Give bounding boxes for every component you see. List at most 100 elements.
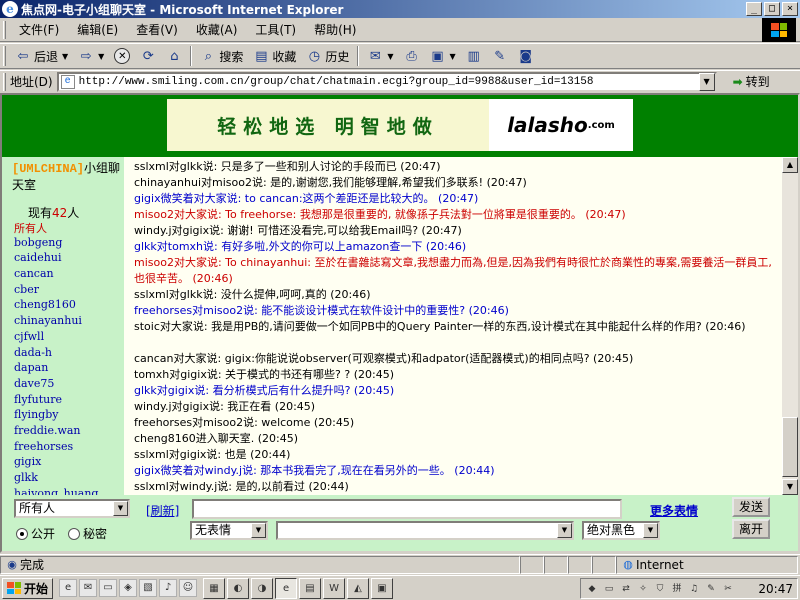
network-tray-icon[interactable]: ⇄	[619, 582, 633, 596]
user-item[interactable]: dada-h	[14, 346, 98, 362]
antivirus-tray-icon[interactable]: ◆	[585, 582, 599, 596]
media-icon[interactable]: ♪	[159, 579, 178, 597]
user-item[interactable]: freddie.wan	[14, 424, 98, 440]
status-empty-cell	[520, 555, 544, 574]
task-button[interactable]: ◐	[227, 577, 250, 599]
user-item[interactable]: dapan	[14, 361, 98, 377]
forward-button[interactable]: ⇨ ▼	[73, 45, 109, 67]
task-button[interactable]: W	[323, 577, 346, 599]
shield-tray-icon[interactable]: ⛉	[653, 582, 667, 596]
tools-tray-icon[interactable]: ✂	[721, 582, 735, 596]
online-number: 42	[52, 206, 68, 220]
action-select[interactable]: ▼	[276, 521, 574, 540]
input-method-tray-icon[interactable]: ✧	[636, 582, 650, 596]
scroll-down-icon[interactable]: ▼	[782, 479, 798, 495]
search-button[interactable]: ⌕ 搜索	[195, 45, 248, 67]
user-item[interactable]: flyingby	[14, 408, 98, 424]
banner-slogan[interactable]: 轻松地选 明智地做	[167, 99, 489, 151]
target-select[interactable]: 所有人 ▼	[14, 499, 130, 518]
address-input[interactable]: e http://www.smiling.com.cn/group/chat/c…	[56, 71, 717, 92]
forward-dropdown-icon[interactable]: ▼	[98, 52, 104, 61]
history-button[interactable]: ◷ 历史	[301, 45, 354, 67]
user-item[interactable]: cheng8160	[14, 298, 98, 314]
qq-icon[interactable]: ☺	[179, 579, 198, 597]
task-button[interactable]: ▤	[299, 577, 322, 599]
menu-favorites[interactable]: 收藏(A)	[187, 21, 247, 38]
menu-help[interactable]: 帮助(H)	[305, 21, 365, 38]
channel-icon[interactable]: ◈	[119, 579, 138, 597]
leave-button[interactable]: 离开	[732, 519, 770, 539]
speaker-tray-icon[interactable]: ♫	[687, 582, 701, 596]
task-button[interactable]: ▣	[371, 577, 394, 599]
more-expressions-link[interactable]: 更多表情	[650, 502, 698, 519]
task-button[interactable]: ▦	[203, 577, 226, 599]
user-item[interactable]: bobgeng	[14, 236, 98, 252]
back-dropdown-icon[interactable]: ▼	[62, 52, 68, 61]
ime-tray-icon[interactable]: 拼	[670, 582, 684, 596]
status-text-cell: ◉ 完成	[0, 555, 520, 574]
address-dropdown-icon[interactable]: ▼	[698, 72, 715, 91]
mail-dropdown-icon[interactable]: ▼	[387, 52, 393, 61]
chevron-down-icon[interactable]: ▼	[113, 501, 128, 516]
user-item[interactable]: glkk	[14, 471, 98, 487]
user-item[interactable]: cjfwll	[14, 330, 98, 346]
refresh-link[interactable]: [刷新]	[146, 504, 179, 518]
menu-edit[interactable]: 编辑(E)	[68, 21, 127, 38]
menu-grip	[3, 20, 6, 39]
scroll-thumb[interactable]	[782, 417, 798, 477]
private-radio[interactable]: 秘密	[68, 525, 107, 542]
task-button-active[interactable]: e	[275, 577, 298, 599]
pen-tray-icon[interactable]: ✎	[704, 582, 718, 596]
close-button[interactable]: ×	[782, 2, 798, 16]
ie-quicklaunch-icon[interactable]: e	[59, 579, 78, 597]
fullscreen-dropdown-icon[interactable]: ▼	[450, 52, 456, 61]
chevron-down-icon[interactable]: ▼	[251, 523, 266, 538]
user-item[interactable]: freehorses	[14, 440, 98, 456]
menu-bar: 文件(F) 编辑(E) 查看(V) 收藏(A) 工具(T) 帮助(H)	[0, 18, 800, 42]
chevron-down-icon[interactable]: ▼	[643, 523, 658, 538]
stop-button[interactable]: ✕	[109, 45, 135, 67]
user-item[interactable]: cancan	[14, 267, 98, 283]
monitor-tray-icon[interactable]: ▭	[602, 582, 616, 596]
color-select[interactable]: 绝对黑色 ▼	[582, 521, 660, 540]
favorites-button[interactable]: ▤ 收藏	[248, 45, 301, 67]
message-input[interactable]	[192, 499, 622, 519]
user-item[interactable]: chinayanhui	[14, 314, 98, 330]
task-button[interactable]: ◭	[347, 577, 370, 599]
page-content: 轻松地选 明智地做 lalasho .com [UMLCHINA]小组聊天室 现有…	[0, 93, 800, 553]
menu-tools[interactable]: 工具(T)	[246, 21, 305, 38]
lalasho-logo[interactable]: lalasho .com	[489, 99, 633, 151]
go-button[interactable]: ➡ 转到	[733, 73, 770, 90]
messenger-button[interactable]: ◙	[513, 45, 539, 67]
expression-select[interactable]: 无表情 ▼	[190, 521, 268, 540]
app-icon[interactable]: ▧	[139, 579, 158, 597]
user-item[interactable]: 所有人	[14, 220, 98, 236]
mail-button[interactable]: ✉ ▼	[362, 45, 398, 67]
user-item[interactable]: cber	[14, 283, 98, 299]
chevron-down-icon[interactable]: ▼	[557, 523, 572, 538]
edit-button[interactable]: ▥	[461, 45, 487, 67]
back-button[interactable]: ⇦ 后退 ▼	[10, 45, 73, 67]
desktop-icon[interactable]: ▭	[99, 579, 118, 597]
minimize-button[interactable]: _	[746, 2, 762, 16]
refresh-button[interactable]: ⟳	[135, 45, 161, 67]
user-item[interactable]: flyfuture	[14, 393, 98, 409]
outlook-icon[interactable]: ✉	[79, 579, 98, 597]
public-radio[interactable]: 公开	[16, 525, 55, 542]
scroll-up-icon[interactable]: ▲	[782, 157, 798, 173]
home-button[interactable]: ⌂	[161, 45, 187, 67]
menu-file[interactable]: 文件(F)	[10, 21, 68, 38]
menu-view[interactable]: 查看(V)	[127, 21, 187, 38]
print-button[interactable]: ⎙	[399, 45, 425, 67]
chat-scrollbar[interactable]: ▲ ▼	[782, 157, 798, 495]
maximize-button[interactable]: □	[764, 2, 780, 16]
user-item[interactable]: caidehui	[14, 251, 98, 267]
fullscreen-button[interactable]: ▣ ▼	[425, 45, 461, 67]
task-button[interactable]: ◑	[251, 577, 274, 599]
user-item[interactable]: dave75	[14, 377, 98, 393]
send-button[interactable]: 发送	[732, 497, 770, 517]
start-button[interactable]: 开始	[2, 577, 54, 599]
user-item[interactable]: haiyong_huang	[14, 487, 98, 495]
discuss-button[interactable]: ✎	[487, 45, 513, 67]
user-item[interactable]: gigix	[14, 455, 98, 471]
